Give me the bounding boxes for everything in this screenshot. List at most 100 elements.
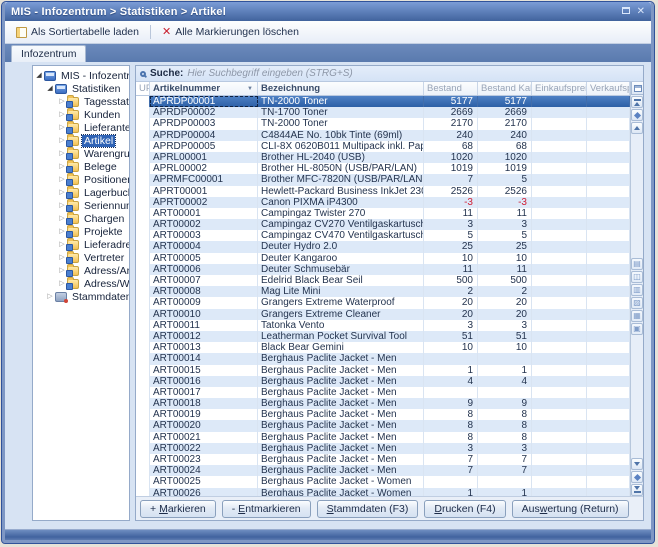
expander-icon[interactable] [58,215,66,223]
expander-icon[interactable] [58,202,66,210]
expander-icon[interactable] [58,150,66,158]
table-row[interactable]: ART00013 Black Bear Gemini 10 10 [136,342,630,353]
table-row[interactable]: ART00009 Grangers Extreme Waterproof 20 … [136,297,630,308]
scroll-up-button[interactable] [631,122,643,134]
side-tool-button[interactable]: ▥ [631,284,643,296]
table-row[interactable]: ART00019 Berghaus Paclite Jacket - Men 8… [136,409,630,420]
side-tool-button[interactable]: ▤ [631,258,643,270]
scroll-down-button[interactable] [631,458,643,470]
action-button[interactable]: - Entmarkieren [222,500,311,518]
side-tool-button[interactable]: ◫ [631,271,643,283]
action-button[interactable]: Stammdaten (F3) [317,500,419,518]
tree-item[interactable]: Statistiken [33,82,129,95]
column-header-artikelnummer[interactable]: Artikelnummer ▼ [150,82,258,95]
load-as-sort-table-button[interactable]: Als Sortiertabelle laden [9,23,146,41]
table-row[interactable]: ART00026 Berghaus Paclite Jacket - Women… [136,488,630,496]
table-row[interactable]: ART00014 Berghaus Paclite Jacket - Men [136,353,630,364]
table-row[interactable]: APRT00002 Canon PIXMA iP4300 -3 -3 [136,197,630,208]
expander-icon[interactable] [58,228,66,236]
window-close-icon[interactable]: ✕ [637,7,645,17]
tree-item[interactable]: Lieferanten [33,121,129,134]
table-row[interactable]: ART00024 Berghaus Paclite Jacket - Men 7… [136,465,630,476]
table-row[interactable]: APRDP00002 TN-1700 Toner 2669 2669 [136,107,630,118]
expander-icon[interactable] [58,189,66,197]
expander-icon[interactable] [58,254,66,262]
expander-icon[interactable] [58,176,66,184]
tree-item[interactable]: Vertreter [33,251,129,264]
expander-icon[interactable] [58,124,66,132]
column-header-up[interactable]: UP [136,82,150,95]
scroll-to-bottom-button[interactable] [631,484,643,496]
table-row[interactable]: ART00023 Berghaus Paclite Jacket - Men 7… [136,454,630,465]
scroll-jump-down-button[interactable] [631,471,643,483]
table-row[interactable]: ART00021 Berghaus Paclite Jacket - Men 8… [136,432,630,443]
table-row[interactable]: ART00015 Berghaus Paclite Jacket - Men 1… [136,365,630,376]
table-row[interactable]: ART00006 Deuter Schmusebär 11 11 [136,264,630,275]
side-tool-button[interactable]: ▣ [631,323,643,335]
table-row[interactable]: ART00003 Campingaz CV470 Ventilgaskartus… [136,230,630,241]
expander-icon[interactable] [46,85,54,93]
table-row[interactable]: APRDP00004 C4844AE No. 10bk Tinte (69ml)… [136,130,630,141]
tree-item[interactable]: Adress/Warengruppen [33,277,129,290]
table-row[interactable]: ART00017 Berghaus Paclite Jacket - Men [136,387,630,398]
table-row[interactable]: ART00020 Berghaus Paclite Jacket - Men 8… [136,420,630,431]
table-row[interactable]: APRL00001 Brother HL-2040 (USB) 1020 102… [136,152,630,163]
tree-item[interactable]: Lieferadressen [33,238,129,251]
tree-item[interactable]: Kunden [33,108,129,121]
table-row[interactable]: ART00011 Tatonka Vento 3 3 [136,320,630,331]
tab-infozentrum[interactable]: Infozentrum [11,45,86,62]
scroll-to-top-button[interactable] [631,96,643,108]
tree-item[interactable]: Seriennummern [33,199,129,212]
expander-icon[interactable] [58,137,66,145]
table-row[interactable]: ART00018 Berghaus Paclite Jacket - Men 9… [136,398,630,409]
tree-item[interactable]: Belege [33,160,129,173]
table-row[interactable]: ART00008 Mag Lite Mini 2 2 [136,286,630,297]
window-restore-icon[interactable] [622,7,630,17]
tree-item[interactable]: Projekte [33,225,129,238]
action-button[interactable]: + Markieren [140,500,216,518]
table-row[interactable]: ART00005 Deuter Kangaroo 10 10 [136,253,630,264]
expander-icon[interactable] [46,293,54,301]
table-row[interactable]: APRDP00003 TN-2000 Toner 2170 2170 [136,118,630,129]
tree-item[interactable]: Chargen [33,212,129,225]
search-input[interactable] [187,68,639,79]
table-row[interactable]: ART00025 Berghaus Paclite Jacket - Women [136,476,630,487]
column-header-bestand-kalk[interactable]: Bestand Kalk.. [478,82,532,95]
expander-icon[interactable] [58,98,66,106]
column-header-einkaufspreis[interactable]: Einkaufspreis [532,82,587,95]
action-button[interactable]: Auswertung (Return) [512,500,629,518]
tree-item[interactable]: Warengruppen [33,147,129,160]
tree-item[interactable]: Artikel [33,134,129,147]
side-tool-button[interactable]: ▦ [631,310,643,322]
column-chooser-button[interactable] [631,82,643,95]
expander-icon[interactable] [58,280,66,288]
action-button[interactable]: Drucken (F4) [424,500,505,518]
column-header-bestand[interactable]: Bestand [424,82,478,95]
table-row[interactable]: ART00001 Campingaz Twister 270 11 11 [136,208,630,219]
side-tool-button[interactable]: ▨ [631,297,643,309]
table-row[interactable]: ART00016 Berghaus Paclite Jacket - Men 4… [136,376,630,387]
tree-item[interactable]: Tagesstatistik [33,95,129,108]
table-row[interactable]: APRDP00005 CLI-8X 0620B011 Multipack ink… [136,141,630,152]
column-header-verkaufspreis[interactable]: Verkaufsprei [587,82,630,95]
vertical-scrollbar[interactable]: ▤ ◫ ▥ ▨ [630,82,643,496]
scroll-jump-up-button[interactable] [631,109,643,121]
column-header-bezeichnung[interactable]: Bezeichnung [258,82,424,95]
expander-icon[interactable] [58,241,66,249]
expander-icon[interactable] [58,111,66,119]
tree-item[interactable]: Lagerbuchungen [33,186,129,199]
table-row[interactable]: APRMFC00001 Brother MFC-7820N (USB/PAR/L… [136,174,630,185]
table-row[interactable]: APRT00001 Hewlett-Packard Business InkJe… [136,186,630,197]
tree-item[interactable]: Stammdaten [33,290,129,303]
table-row[interactable]: ART00007 Edelrid Black Bear Seil 500 500 [136,275,630,286]
tree-item[interactable]: Positionen [33,173,129,186]
clear-all-marks-button[interactable]: ✕ Alle Markierungen löschen [155,23,306,41]
expander-icon[interactable] [35,72,43,80]
table-row[interactable]: ART00010 Grangers Extreme Cleaner 20 20 [136,309,630,320]
expander-icon[interactable] [58,163,66,171]
tree-item[interactable]: Adress/Artikel [33,264,129,277]
tree-item[interactable]: MIS - Infozentrum [33,69,129,82]
table-row[interactable]: ART00002 Campingaz CV270 Ventilgaskartus… [136,219,630,230]
table-row[interactable]: ART00004 Deuter Hydro 2.0 25 25 [136,241,630,252]
table-row[interactable]: ART00022 Berghaus Paclite Jacket - Men 3… [136,443,630,454]
